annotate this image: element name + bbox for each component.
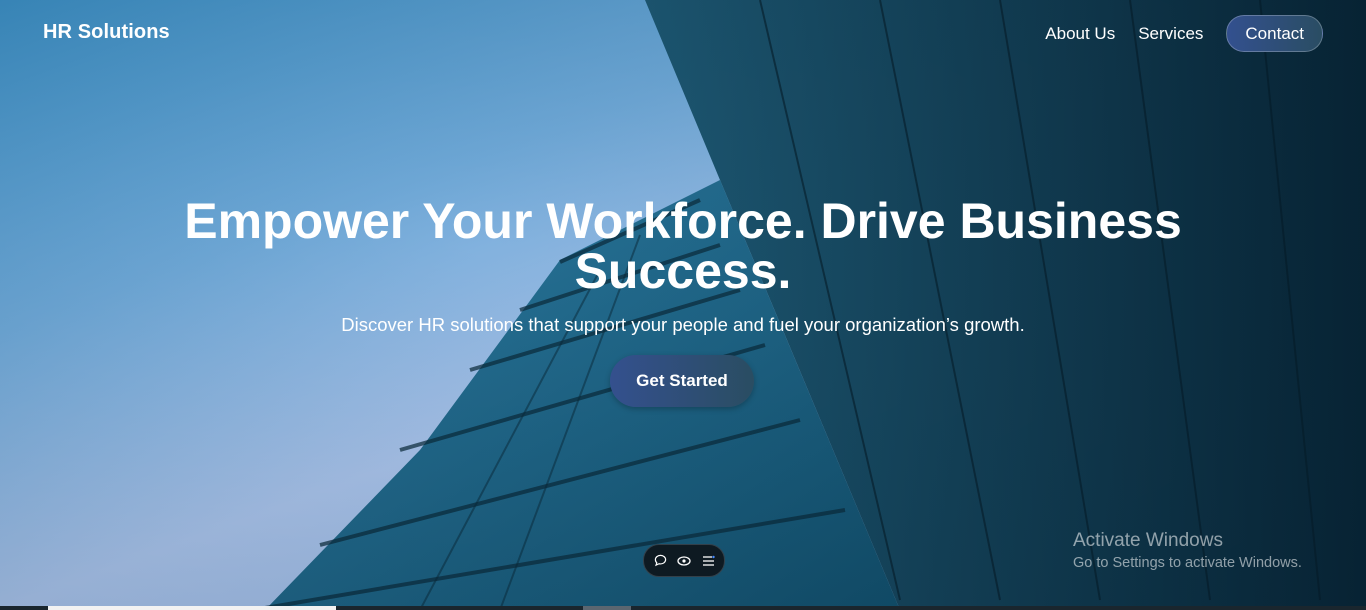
watermark-subtitle: Go to Settings to activate Windows. xyxy=(1073,555,1302,571)
brand-logo[interactable]: HR Solutions xyxy=(43,21,170,44)
eye-icon[interactable] xyxy=(677,553,692,568)
hero-section xyxy=(0,0,1366,610)
get-started-button[interactable]: Get Started xyxy=(610,355,754,407)
chat-icon[interactable] xyxy=(653,553,668,568)
hero-headline: Empower Your Workforce. Drive Business S… xyxy=(0,196,1366,296)
hero-headline-line2: Success. xyxy=(574,243,792,299)
top-navigation: HR Solutions About Us Services Contact xyxy=(0,0,1366,66)
nav-about-link[interactable]: About Us xyxy=(1045,24,1115,44)
hero-subtitle: Discover HR solutions that support your … xyxy=(341,314,1025,335)
contact-button[interactable]: Contact xyxy=(1226,15,1323,52)
list-icon[interactable] xyxy=(701,553,716,568)
slide-progress-bar xyxy=(0,606,1366,610)
watermark-title: Activate Windows xyxy=(1073,530,1223,551)
activate-windows-watermark: Activate Windows Go to Settings to activ… xyxy=(1073,530,1302,571)
progress-active-segment xyxy=(48,606,336,610)
nav-links: About Us Services Contact xyxy=(1022,15,1323,52)
floating-toolbar xyxy=(643,544,725,577)
progress-inactive-segment xyxy=(583,606,631,610)
hero-headline-line1: Empower Your Workforce. Drive Business xyxy=(184,193,1182,249)
nav-services-link[interactable]: Services xyxy=(1138,24,1203,44)
hero-overlay xyxy=(0,0,1366,610)
